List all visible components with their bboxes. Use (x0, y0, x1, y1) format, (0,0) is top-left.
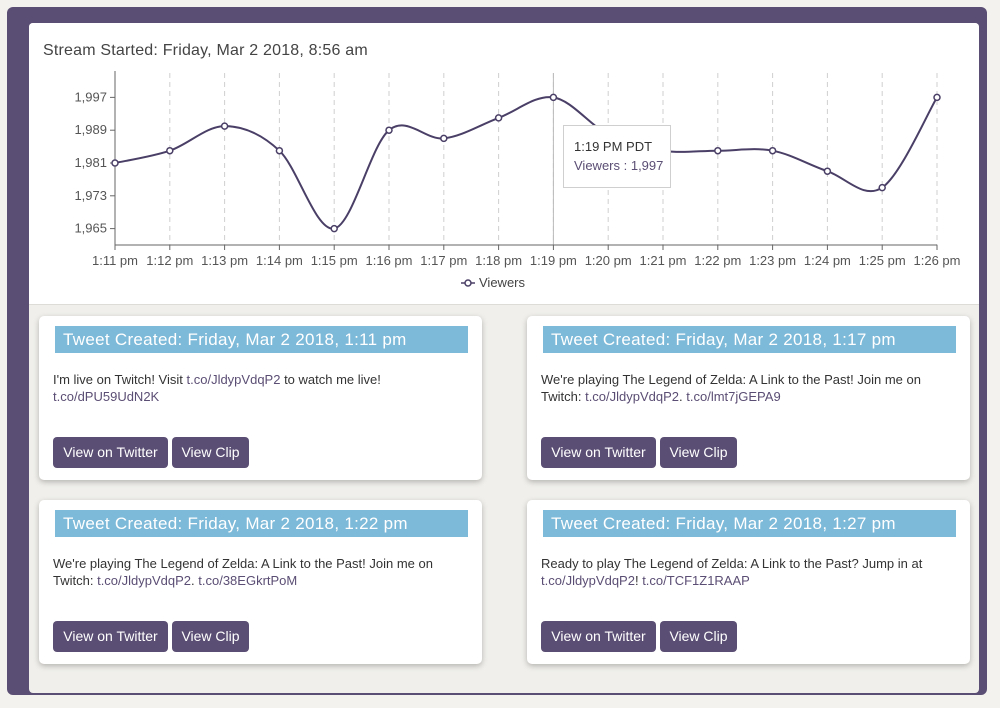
chart-legend[interactable]: Viewers (461, 275, 525, 290)
x-tick-label: 1:26 pm (914, 253, 961, 268)
view-on-twitter-button[interactable]: View on Twitter (53, 621, 168, 652)
x-tick-label: 1:20 pm (585, 253, 632, 268)
x-tick-label: 1:22 pm (694, 253, 741, 268)
data-point (494, 114, 503, 122)
tweet-text-line: We're playing The Legend of Zelda: A Lin… (541, 372, 921, 387)
view-clip-button[interactable]: View Clip (172, 621, 249, 652)
app-frame: Stream Started: Friday, Mar 2 2018, 8:56… (7, 7, 987, 695)
tweet-text-line: I'm live on Twitch! Visit (53, 372, 187, 387)
data-point (878, 183, 886, 192)
x-tick-label: 1:24 pm (804, 253, 851, 268)
tooltip-value: Viewers : 1,997 (574, 158, 664, 173)
data-point (275, 146, 284, 155)
data-point (385, 126, 393, 134)
y-tick-label: 1,989 (74, 122, 107, 137)
data-point (823, 167, 832, 175)
view-on-twitter-button[interactable]: View on Twitter (541, 437, 656, 468)
tweet-header: Tweet Created: Friday, Mar 2 2018, 1:11 … (55, 326, 468, 353)
x-tick-label: 1:19 pm (530, 253, 577, 268)
x-tick-label: 1:25 pm (859, 253, 906, 268)
view-clip-button[interactable]: View Clip (660, 621, 737, 652)
tweet-text-prefix: Twitch: (53, 573, 98, 588)
data-point (166, 146, 174, 155)
tweet-card: Tweet Created: Friday, Mar 2 2018, 1:17 … (527, 316, 970, 480)
x-tick-label: 1:12 pm (146, 253, 193, 268)
y-tick-label: 1,981 (74, 155, 107, 170)
tweet-text-line: We're playing The Legend of Zelda: A Lin… (53, 556, 433, 571)
tweet-link[interactable]: t.co/38EGkrtPoM (198, 573, 297, 588)
data-point (330, 224, 338, 233)
tweet-card: Tweet Created: Friday, Mar 2 2018, 1:27 … (527, 500, 970, 664)
data-point (440, 134, 448, 143)
tweet-link[interactable]: t.co/JldypVdqP2 (541, 573, 635, 588)
tweet-link[interactable]: t.co/lmt7jGEPA9 (686, 389, 780, 404)
tweet-link[interactable]: t.co/JldypVdqP2 (97, 573, 191, 588)
view-on-twitter-button[interactable]: View on Twitter (541, 621, 656, 652)
view-clip-button[interactable]: View Clip (172, 437, 249, 468)
x-tick-label: 1:23 pm (749, 253, 796, 268)
data-point (714, 146, 722, 155)
legend-marker-icon (461, 278, 475, 287)
viewers-line (114, 96, 938, 230)
view-clip-button[interactable]: View Clip (660, 437, 737, 468)
y-tick-label: 1,965 (74, 221, 107, 236)
tweet-card: Tweet Created: Friday, Mar 2 2018, 1:22 … (39, 500, 482, 664)
tweet-text-prefix: Twitch: (541, 389, 586, 404)
x-tick-label: 1:16 pm (366, 253, 413, 268)
tweet-header: Tweet Created: Friday, Mar 2 2018, 1:27 … (543, 510, 956, 537)
x-tick-label: 1:15 pm (311, 253, 358, 268)
data-point (220, 122, 229, 130)
series-line (114, 96, 938, 230)
x-tick-label: 1:21 pm (640, 253, 687, 268)
tweet-header: Tweet Created: Friday, Mar 2 2018, 1:17 … (543, 326, 956, 353)
tweet-text-tail: to watch me live! (280, 372, 381, 387)
tweet-card: Tweet Created: Friday, Mar 2 2018, 1:11 … (39, 316, 482, 480)
tooltip-time: 1:19 PM PDT (574, 139, 653, 154)
chart-panel: Stream Started: Friday, Mar 2 2018, 8:56… (29, 23, 979, 305)
grid-lines (114, 73, 938, 245)
x-tick-label: 1:14 pm (256, 253, 303, 268)
tweet-text: I'm live on Twitch! Visit t.co/JldypVdqP… (53, 371, 463, 405)
content-area: Stream Started: Friday, Mar 2 2018, 8:56… (29, 23, 979, 693)
viewers-chart[interactable]: 1,965 1,973 1,981 1,989 1,997 1:11 pm 1:12 pm 1… (29, 23, 979, 305)
series-points (111, 93, 941, 233)
x-tick-label: 1:18 pm (475, 253, 522, 268)
view-on-twitter-button[interactable]: View on Twitter (53, 437, 168, 468)
tweet-link[interactable]: t.co/dPU59UdN2K (53, 389, 159, 404)
tweet-text: We're playing The Legend of Zelda: A Lin… (541, 371, 951, 405)
data-point (111, 159, 119, 167)
chart-tooltip: 1:19 PM PDT Viewers : 1,997 (563, 125, 671, 188)
tweet-text: Ready to play The Legend of Zelda: A Lin… (541, 555, 951, 589)
tweet-text: We're playing The Legend of Zelda: A Lin… (53, 555, 463, 589)
y-tick-label: 1,973 (74, 188, 107, 203)
tweet-link[interactable]: t.co/TCF1Z1RAAP (642, 573, 750, 588)
data-point (549, 93, 558, 102)
x-tick-label: 1:11 pm (92, 253, 138, 268)
x-tick-label: 1:17 pm (420, 253, 467, 268)
tweet-link[interactable]: t.co/JldypVdqP2 (585, 389, 679, 404)
y-tick-label: 1,997 (74, 89, 107, 104)
data-point (768, 146, 777, 155)
x-tick-label: 1:13 pm (201, 253, 248, 268)
tweet-link[interactable]: t.co/JldypVdqP2 (187, 372, 281, 387)
legend-label: Viewers (479, 275, 526, 290)
data-point (933, 93, 941, 102)
tweet-text-line: Ready to play The Legend of Zelda: A Lin… (541, 556, 923, 571)
tweet-header: Tweet Created: Friday, Mar 2 2018, 1:22 … (55, 510, 468, 537)
